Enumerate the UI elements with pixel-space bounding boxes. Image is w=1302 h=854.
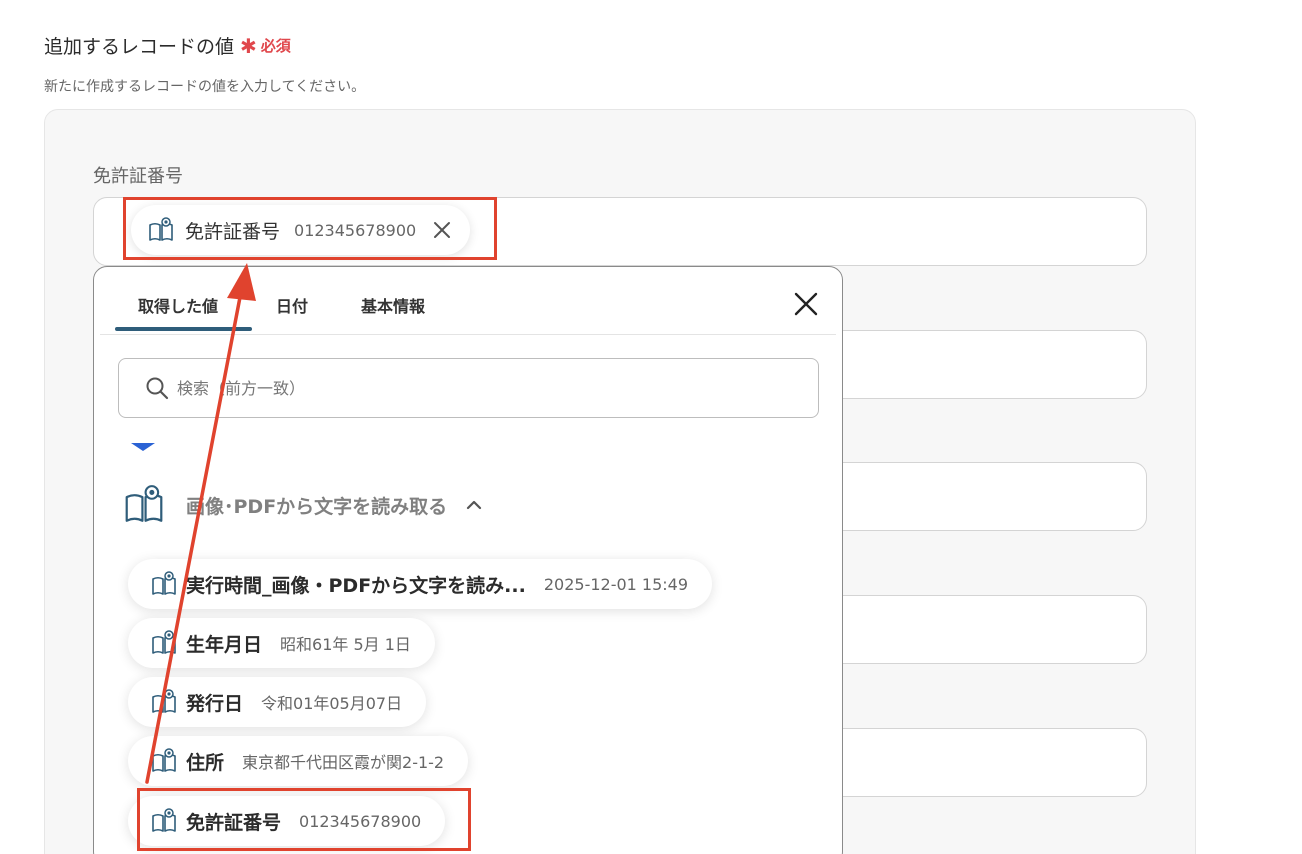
chip-value: 012345678900 (294, 220, 417, 240)
search-icon (146, 377, 169, 400)
required-star-icon: ✱ (240, 33, 257, 58)
list-item[interactable]: 実行時間_画像・PDFから文字を読み... 2025-12-01 15:49 (128, 559, 713, 609)
active-tab-indicator (115, 327, 252, 331)
required-badge: ✱ 必須 (240, 35, 291, 56)
item-label: 住所 (186, 751, 225, 774)
item-value: 昭和61年 5月 1日 (280, 635, 411, 654)
item-value: 2025-12-01 15:49 (543, 574, 689, 594)
item-label: 実行時間_画像・PDFから文字を読み... (186, 574, 526, 597)
list-item[interactable]: 発行日 令和01年05月07日 (128, 677, 427, 727)
item-label: 発行日 (186, 692, 244, 715)
section-description: 新たに作成するレコードの値を入力してください。 (44, 79, 366, 95)
tab-date[interactable]: 日付 (276, 293, 308, 317)
book-eye-icon (152, 808, 176, 832)
list-item[interactable]: 住所 東京都千代田区霞が関2-1-2 (128, 736, 469, 786)
close-icon[interactable] (792, 290, 820, 318)
group-header-ocr[interactable]: 画像･PDFから文字を読み取る (122, 483, 485, 527)
chevron-up-icon[interactable] (463, 494, 485, 516)
group-title: 画像･PDFから文字を読み取る (186, 495, 448, 518)
item-label: 免許証番号 (186, 811, 282, 834)
tab-basic-info[interactable]: 基本情報 (361, 293, 425, 317)
book-eye-icon (152, 748, 176, 772)
book-eye-icon (125, 485, 163, 522)
list-item[interactable]: 生年月日 昭和61年 5月 1日 (128, 618, 435, 668)
book-eye-icon (152, 630, 176, 654)
item-label: 生年月日 (186, 633, 263, 656)
tab-retrieved-values[interactable]: 取得した値 (138, 293, 218, 317)
item-value: 012345678900 (299, 811, 422, 831)
book-eye-icon (152, 689, 176, 713)
book-eye-icon (149, 217, 173, 241)
search-box (118, 358, 819, 418)
list-item[interactable]: 免許証番号 012345678900 (128, 796, 446, 846)
collapse-caret-icon[interactable] (131, 443, 155, 451)
chip-label: 免許証番号 (185, 220, 281, 243)
required-label: 必須 (260, 37, 291, 55)
section-title: 追加するレコードの値 ✱ 必須 (44, 32, 291, 59)
book-eye-icon (152, 571, 176, 595)
remove-chip-icon[interactable] (432, 220, 452, 240)
selected-value-chip[interactable]: 免許証番号 012345678900 (131, 205, 471, 255)
item-value: 令和01年05月07日 (261, 694, 403, 713)
section-title-text: 追加するレコードの値 (44, 36, 235, 58)
item-value: 東京都千代田区霞が関2-1-2 (242, 753, 445, 772)
search-input[interactable] (177, 378, 777, 398)
license-number-label: 免許証番号 (93, 166, 183, 187)
picker-tabs: 取得した値 日付 基本情報 (100, 267, 836, 335)
